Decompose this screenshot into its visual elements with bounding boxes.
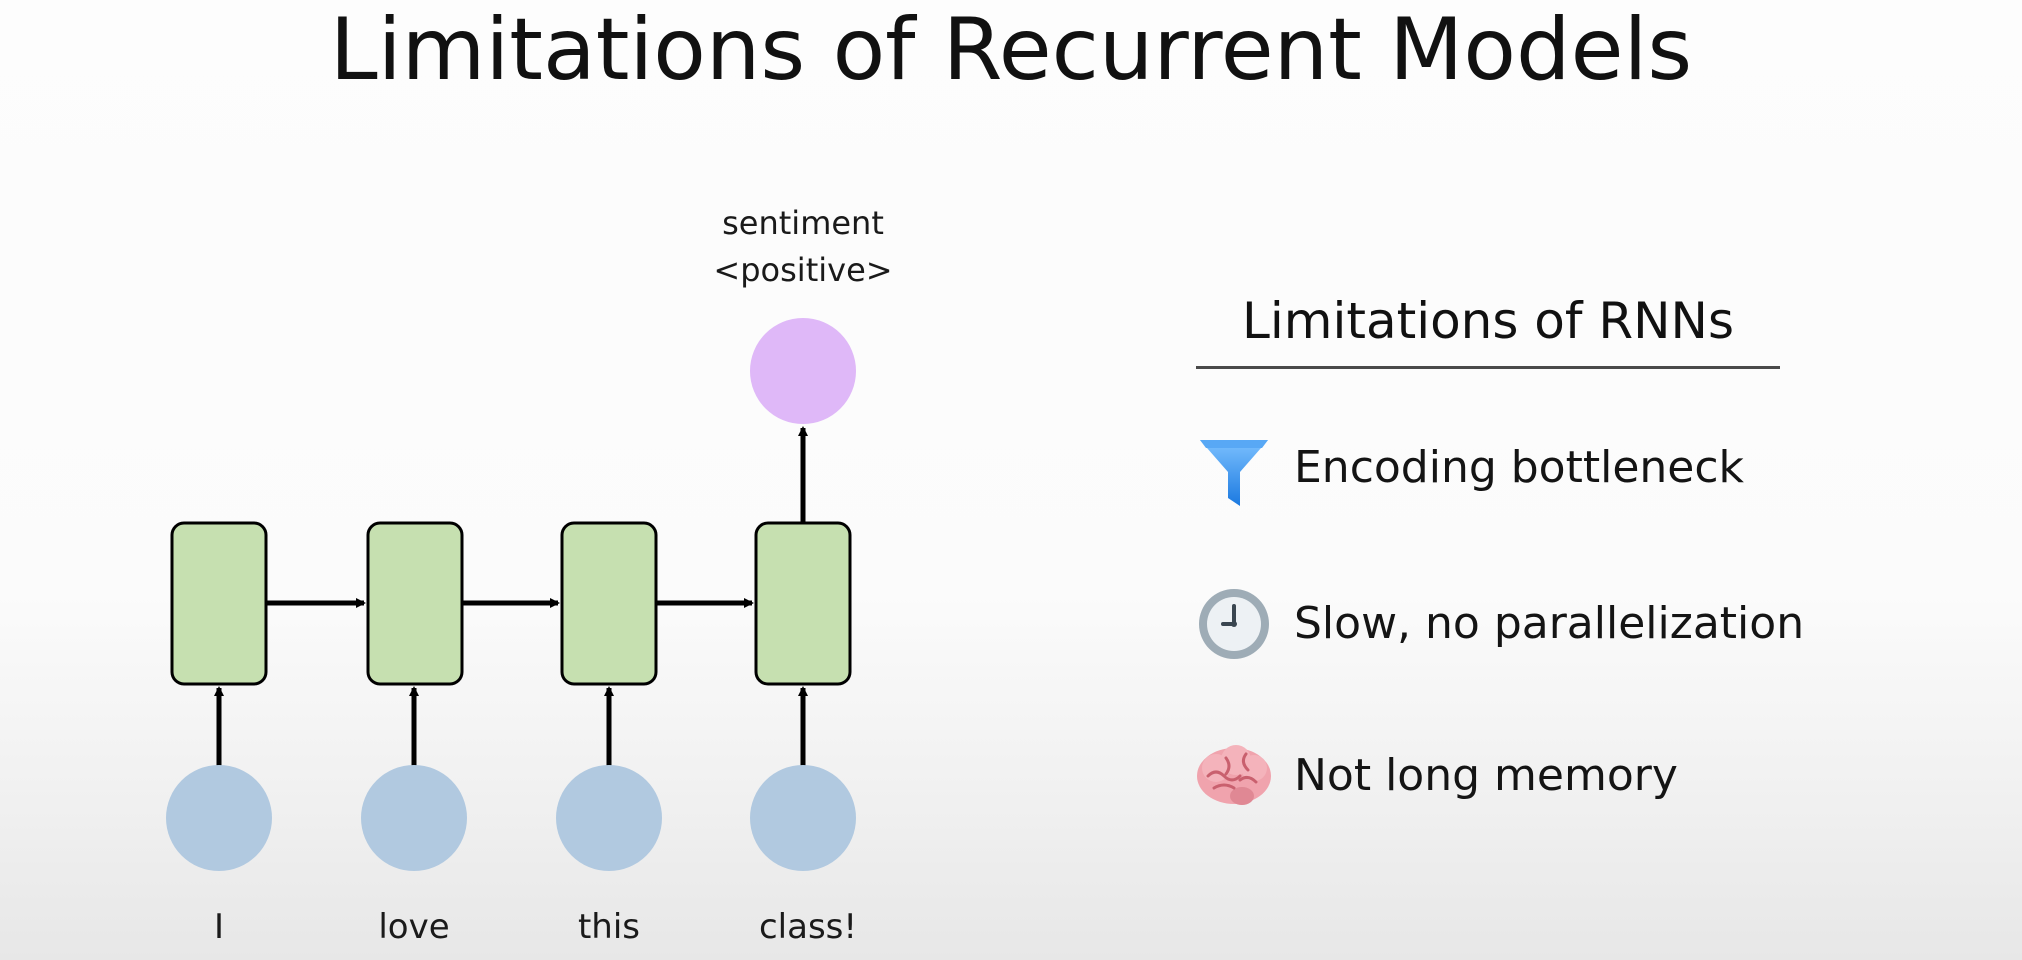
output-label-line2: <positive> [713, 251, 892, 289]
input-word-4: class! [759, 907, 857, 947]
rnn-cell-4 [754, 521, 852, 686]
input-node-4 [750, 765, 856, 871]
brain-icon [1196, 736, 1272, 816]
input-word-3: this [578, 907, 640, 947]
rnn-cell-1 [170, 521, 268, 686]
input-word-2: love [378, 907, 449, 947]
limitation-label: Slow, no parallelization [1294, 598, 1805, 649]
rnn-cell-2 [366, 521, 464, 686]
limitation-item-slow: Slow, no parallelization [1196, 584, 1804, 664]
limitation-item-bottleneck: Encoding bottleneck [1196, 428, 1744, 508]
input-node-2 [361, 765, 467, 871]
output-node [750, 318, 856, 424]
input-node-1 [166, 765, 272, 871]
panel-heading: Limitations of RNNs [1196, 286, 1780, 369]
input-node-3 [556, 765, 662, 871]
output-label-line1: sentiment [722, 204, 884, 242]
rnn-cell-3 [560, 521, 658, 686]
limitation-item-memory: Not long memory [1196, 736, 1678, 816]
limitation-label: Encoding bottleneck [1294, 442, 1745, 493]
funnel-icon [1196, 428, 1272, 508]
limitation-label: Not long memory [1294, 750, 1678, 801]
clock-icon [1196, 584, 1272, 664]
input-word-1: I [214, 907, 224, 947]
rnn-diagram: sentiment <positive> I love this class! [166, 204, 893, 947]
